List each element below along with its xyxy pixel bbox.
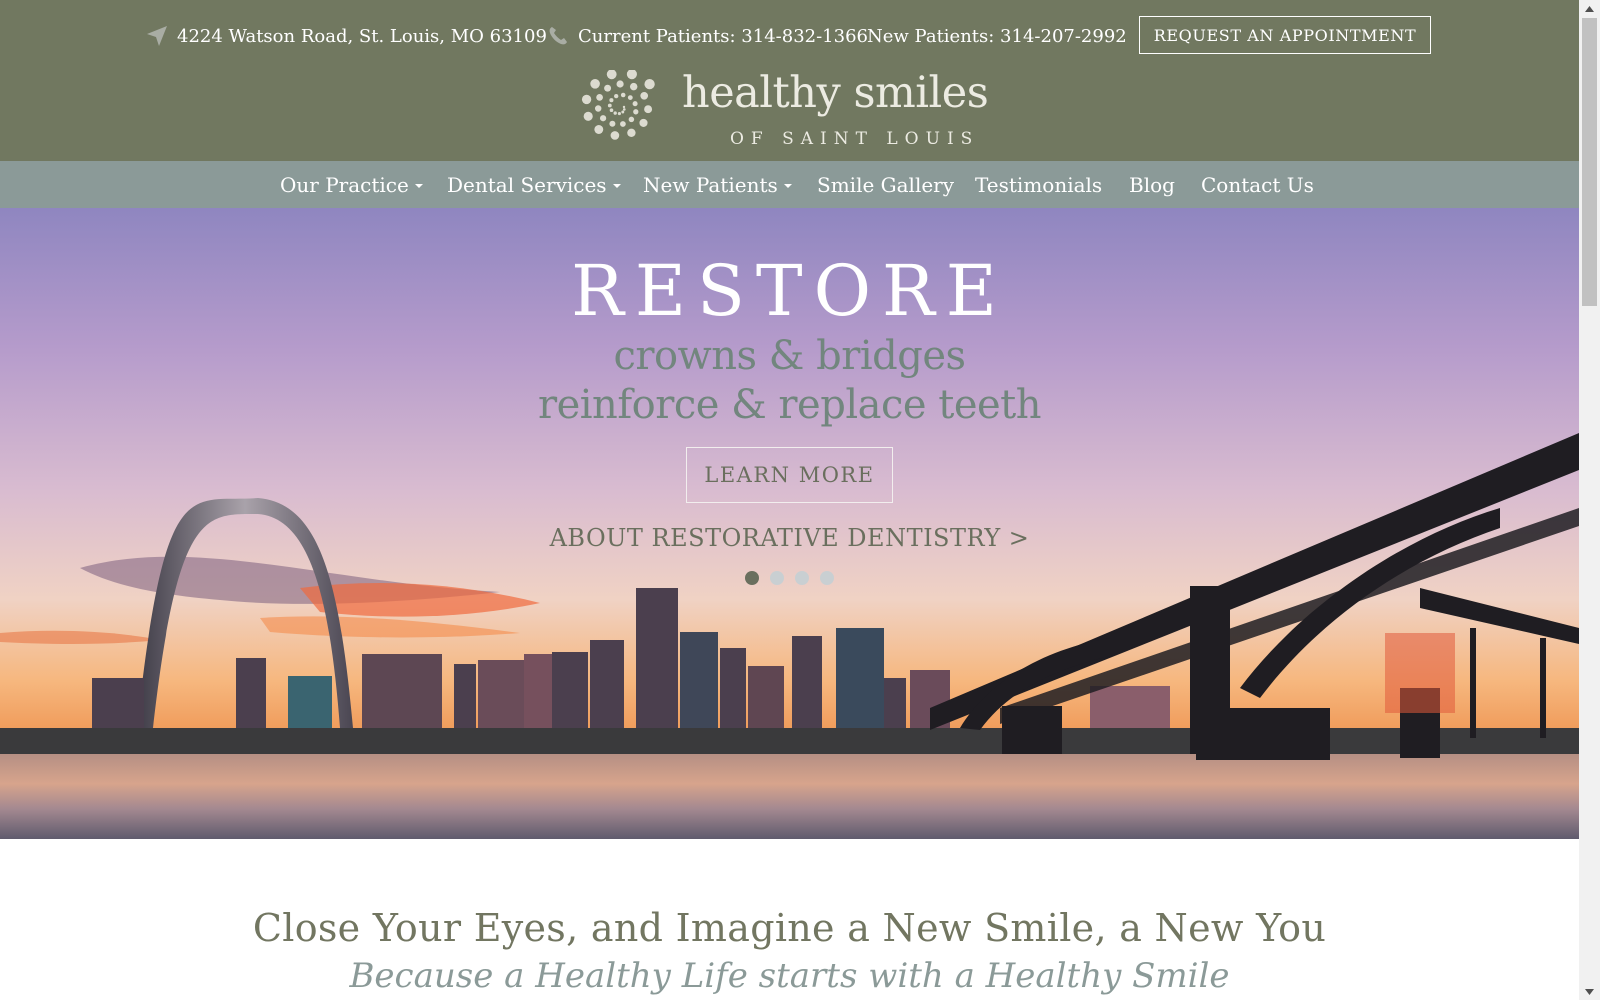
slider-dots bbox=[745, 571, 835, 587]
address-text: 4224 Watson Road, St. Louis, MO 63109 bbox=[177, 25, 547, 47]
nav-item-label: Testimonials bbox=[975, 172, 1103, 197]
nav-item-label: Smile Gallery bbox=[817, 172, 955, 197]
current-patients-phone[interactable]: Current Patients: 314-832-1366 bbox=[547, 16, 868, 56]
new-patients-phone[interactable]: New Patients: 314-207-2992 bbox=[867, 16, 1127, 56]
nav-item-smile-gallery[interactable]: Smile Gallery bbox=[817, 161, 954, 208]
slider-dot[interactable] bbox=[795, 571, 809, 585]
scroll-down-arrow-icon[interactable] bbox=[1579, 983, 1600, 1000]
slider-dot[interactable] bbox=[770, 571, 784, 585]
nav-item-new-patients[interactable]: New Patients bbox=[643, 161, 792, 208]
scroll-up-arrow-icon[interactable] bbox=[1579, 0, 1600, 17]
caret-down-icon bbox=[414, 183, 423, 188]
site-logo[interactable]: healthy smiles OF SAINT LOUIS bbox=[576, 68, 1006, 154]
intro-subheading: Because a Healthy Life starts with a Hea… bbox=[349, 956, 1230, 996]
logo-subtitle: OF SAINT LOUIS bbox=[730, 129, 980, 149]
nav-item-dental-services[interactable]: Dental Services bbox=[447, 161, 621, 208]
scrollbar-thumb[interactable] bbox=[1582, 18, 1597, 306]
page-viewport: 4224 Watson Road, St. Louis, MO 63109 Cu… bbox=[0, 0, 1579, 1000]
main-nav: Our Practice Dental Services New Patients S… bbox=[0, 161, 1579, 208]
about-restorative-link[interactable]: ABOUT RESTORATIVE DENTISTRY > bbox=[0, 524, 1579, 552]
caret-down-icon bbox=[783, 183, 792, 188]
nav-item-testimonials[interactable]: Testimonials bbox=[975, 161, 1102, 208]
nav-item-contact-us[interactable]: Contact Us bbox=[1201, 161, 1314, 208]
new-patients-text: New Patients: 314-207-2992 bbox=[867, 25, 1127, 47]
request-appointment-button[interactable]: REQUEST AN APPOINTMENT bbox=[1139, 16, 1431, 54]
hero-caption: RESTORE crowns & bridges reinforce & rep… bbox=[0, 208, 1579, 839]
nav-item-label: Blog bbox=[1129, 172, 1175, 197]
nav-list: Our Practice Dental Services New Patients S… bbox=[0, 161, 1579, 208]
hero-slider: RESTORE crowns & bridges reinforce & rep… bbox=[0, 208, 1579, 839]
nav-item-label: Our Practice bbox=[280, 172, 409, 197]
nav-item-label: Contact Us bbox=[1201, 172, 1314, 197]
phone-icon bbox=[549, 27, 567, 45]
nav-item-blog[interactable]: Blog bbox=[1129, 161, 1175, 208]
caret-down-icon bbox=[612, 183, 621, 188]
address[interactable]: 4224 Watson Road, St. Louis, MO 63109 bbox=[146, 16, 547, 56]
logo-name: healthy smiles bbox=[682, 68, 989, 118]
hero-title: RESTORE bbox=[571, 250, 1008, 332]
current-patients-text: Current Patients: 314-832-1366 bbox=[578, 25, 868, 47]
nav-item-label: New Patients bbox=[643, 172, 778, 197]
nav-item-our-practice[interactable]: Our Practice bbox=[280, 161, 423, 208]
site-header: 4224 Watson Road, St. Louis, MO 63109 Cu… bbox=[0, 0, 1579, 161]
spiral-logo-icon bbox=[581, 70, 655, 140]
intro-heading: Close Your Eyes, and Imagine a New Smile… bbox=[252, 906, 1327, 950]
nav-item-label: Dental Services bbox=[447, 172, 607, 197]
location-arrow-icon bbox=[147, 26, 167, 46]
learn-more-button[interactable]: LEARN MORE bbox=[686, 447, 893, 503]
page-scrollbar[interactable] bbox=[1579, 0, 1600, 1000]
slider-dot[interactable] bbox=[745, 571, 759, 585]
hero-subtitle-line2: reinforce & replace teeth bbox=[537, 382, 1042, 428]
slider-dot[interactable] bbox=[820, 571, 834, 585]
hero-subtitle-line1: crowns & bridges bbox=[613, 333, 966, 379]
